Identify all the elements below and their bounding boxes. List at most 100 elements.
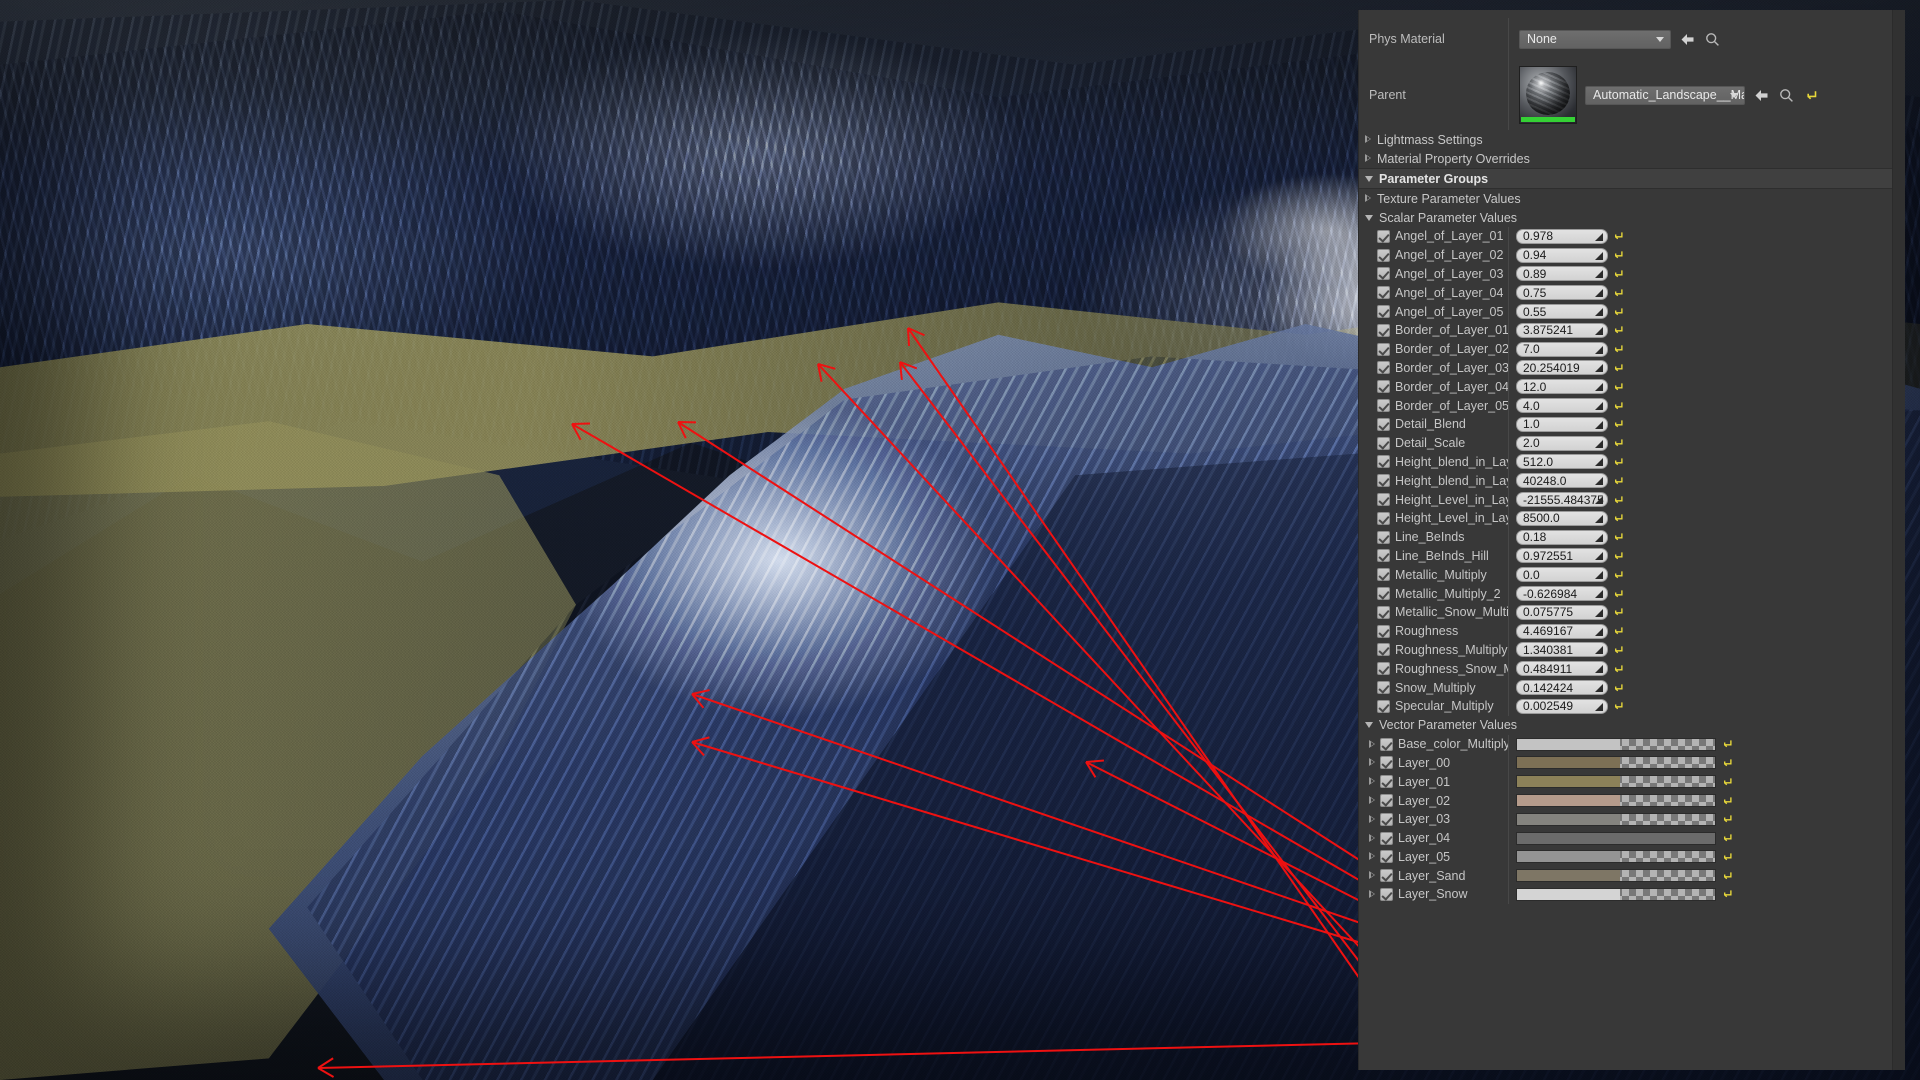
parameter-value-input[interactable]: 1.0: [1516, 417, 1608, 432]
parameter-value-input[interactable]: 7.0: [1516, 342, 1608, 357]
details-panel-scrollbar[interactable]: [1892, 10, 1905, 1070]
parameter-override-checkbox[interactable]: [1380, 813, 1393, 826]
parameter-name: Metallic_Snow_Multiply: [1395, 605, 1508, 619]
parameter-override-checkbox[interactable]: [1380, 832, 1393, 845]
color-swatch[interactable]: [1516, 832, 1716, 845]
parameter-override-checkbox[interactable]: [1377, 286, 1390, 299]
parameter-override-checkbox[interactable]: [1377, 493, 1390, 506]
parameter-value-input[interactable]: 512.0: [1516, 454, 1608, 469]
parameter-value-input[interactable]: 40248.0: [1516, 473, 1608, 488]
parameter-value-input[interactable]: 0.89: [1516, 266, 1608, 281]
chevron-right-icon[interactable]: [1369, 834, 1375, 842]
chevron-right-icon[interactable]: [1369, 815, 1375, 823]
color-swatch[interactable]: [1516, 813, 1716, 826]
parameter-override-checkbox[interactable]: [1380, 738, 1393, 751]
vector-parameter-values-header[interactable]: Vector Parameter Values: [1359, 716, 1905, 735]
parameter-override-checkbox[interactable]: [1377, 568, 1390, 581]
parameter-groups-header[interactable]: Parameter Groups: [1359, 168, 1905, 189]
parameter-override-checkbox[interactable]: [1377, 662, 1390, 675]
parameter-value-input[interactable]: 8500.0: [1516, 511, 1608, 526]
parameter-value-input[interactable]: 0.972551: [1516, 548, 1608, 563]
parameter-override-checkbox[interactable]: [1377, 531, 1390, 544]
chevron-right-icon[interactable]: [1369, 797, 1375, 805]
parameter-value-text: 0.484911: [1523, 662, 1572, 676]
parameter-value-input[interactable]: 0.94: [1516, 248, 1608, 263]
parameter-value-input[interactable]: 4.469167: [1516, 624, 1608, 639]
parameter-override-checkbox[interactable]: [1377, 267, 1390, 280]
browse-to-asset-icon[interactable]: [1679, 31, 1696, 48]
parameter-override-checkbox[interactable]: [1377, 418, 1390, 431]
parameter-value-text: 7.0: [1523, 342, 1540, 356]
parameter-override-checkbox[interactable]: [1377, 230, 1390, 243]
parameter-override-checkbox[interactable]: [1380, 888, 1393, 901]
parameter-value-input[interactable]: -0.626984: [1516, 586, 1608, 601]
color-swatch[interactable]: [1516, 756, 1716, 769]
parameter-override-checkbox[interactable]: [1377, 700, 1390, 713]
parameter-value-input[interactable]: 0.142424: [1516, 680, 1608, 695]
browse-to-asset-icon[interactable]: [1753, 87, 1770, 104]
parent-material-dropdown[interactable]: Automatic_Landscape__Master_Alpin: [1585, 86, 1745, 105]
collapsed-section-1[interactable]: Material Property Overrides: [1359, 149, 1905, 168]
chevron-right-icon[interactable]: [1369, 890, 1375, 898]
search-icon[interactable]: [1704, 31, 1721, 48]
chevron-right-icon[interactable]: [1369, 740, 1375, 748]
color-swatch[interactable]: [1516, 794, 1716, 807]
chevron-right-icon[interactable]: [1369, 778, 1375, 786]
parameter-override-checkbox[interactable]: [1377, 643, 1390, 656]
parameter-value-input[interactable]: 0.002549: [1516, 699, 1608, 714]
parameter-override-checkbox[interactable]: [1377, 681, 1390, 694]
color-swatch[interactable]: [1516, 850, 1716, 863]
search-icon[interactable]: [1778, 87, 1795, 104]
chevron-right-icon[interactable]: [1369, 872, 1375, 880]
parameter-value-input[interactable]: 0.484911: [1516, 661, 1608, 676]
parameter-override-checkbox[interactable]: [1380, 794, 1393, 807]
parameter-override-checkbox[interactable]: [1380, 850, 1393, 863]
parameter-override-checkbox[interactable]: [1377, 455, 1390, 468]
parameter-override-checkbox[interactable]: [1377, 474, 1390, 487]
parameter-value-input[interactable]: 0.75: [1516, 285, 1608, 300]
parent-material-thumbnail[interactable]: [1519, 66, 1577, 124]
chevron-right-icon[interactable]: [1369, 759, 1375, 767]
parameter-override-checkbox[interactable]: [1380, 756, 1393, 769]
parameter-value-input[interactable]: 2.0: [1516, 436, 1608, 451]
collapsed-section-0[interactable]: Lightmass Settings: [1359, 130, 1905, 149]
parameter-override-checkbox[interactable]: [1377, 625, 1390, 638]
parameter-value-input[interactable]: 3.875241: [1516, 323, 1608, 338]
parameter-override-checkbox[interactable]: [1377, 512, 1390, 525]
vector-parameter-row: Base_color_Multiply: [1359, 735, 1905, 754]
texture-parameter-values-header[interactable]: Texture Parameter Values: [1359, 189, 1905, 208]
parameter-value-input[interactable]: 0.0: [1516, 567, 1608, 582]
parameter-value-input[interactable]: 0.55: [1516, 304, 1608, 319]
parameter-override-checkbox[interactable]: [1377, 249, 1390, 262]
reset-to-default-icon[interactable]: [1803, 87, 1820, 104]
chevron-right-icon[interactable]: [1369, 853, 1375, 861]
parameter-value-input[interactable]: 4.0: [1516, 398, 1608, 413]
parameter-override-checkbox[interactable]: [1377, 361, 1390, 374]
parameter-override-checkbox[interactable]: [1377, 324, 1390, 337]
parameter-value-input[interactable]: 0.18: [1516, 530, 1608, 545]
parameter-override-checkbox[interactable]: [1377, 343, 1390, 356]
scalar-parameter-values-header[interactable]: Scalar Parameter Values: [1359, 208, 1905, 227]
parameter-value-input[interactable]: 0.075775: [1516, 605, 1608, 620]
color-swatch[interactable]: [1516, 869, 1716, 882]
color-swatch[interactable]: [1516, 738, 1716, 751]
parameter-override-checkbox[interactable]: [1377, 305, 1390, 318]
parameter-value-input[interactable]: 12.0: [1516, 379, 1608, 394]
parameter-override-checkbox[interactable]: [1377, 380, 1390, 393]
parameter-value-input[interactable]: 20.254019: [1516, 360, 1608, 375]
scalar-parameter-row: Border_of_Layer_054.0: [1359, 396, 1905, 415]
parameter-override-checkbox[interactable]: [1377, 606, 1390, 619]
phys-material-dropdown[interactable]: None: [1519, 30, 1671, 49]
parameter-override-checkbox[interactable]: [1377, 587, 1390, 600]
color-swatch[interactable]: [1516, 888, 1716, 901]
parameter-override-checkbox[interactable]: [1377, 549, 1390, 562]
parameter-override-checkbox[interactable]: [1380, 775, 1393, 788]
parameter-value-input[interactable]: 0.978: [1516, 229, 1608, 244]
color-swatch[interactable]: [1516, 775, 1716, 788]
parameter-value-input[interactable]: -21555.484375: [1516, 492, 1608, 507]
parameter-value-input[interactable]: 1.340381: [1516, 642, 1608, 657]
scalar-parameter-row: Border_of_Layer_0412.0: [1359, 377, 1905, 396]
parameter-override-checkbox[interactable]: [1377, 437, 1390, 450]
parameter-override-checkbox[interactable]: [1380, 869, 1393, 882]
parameter-override-checkbox[interactable]: [1377, 399, 1390, 412]
